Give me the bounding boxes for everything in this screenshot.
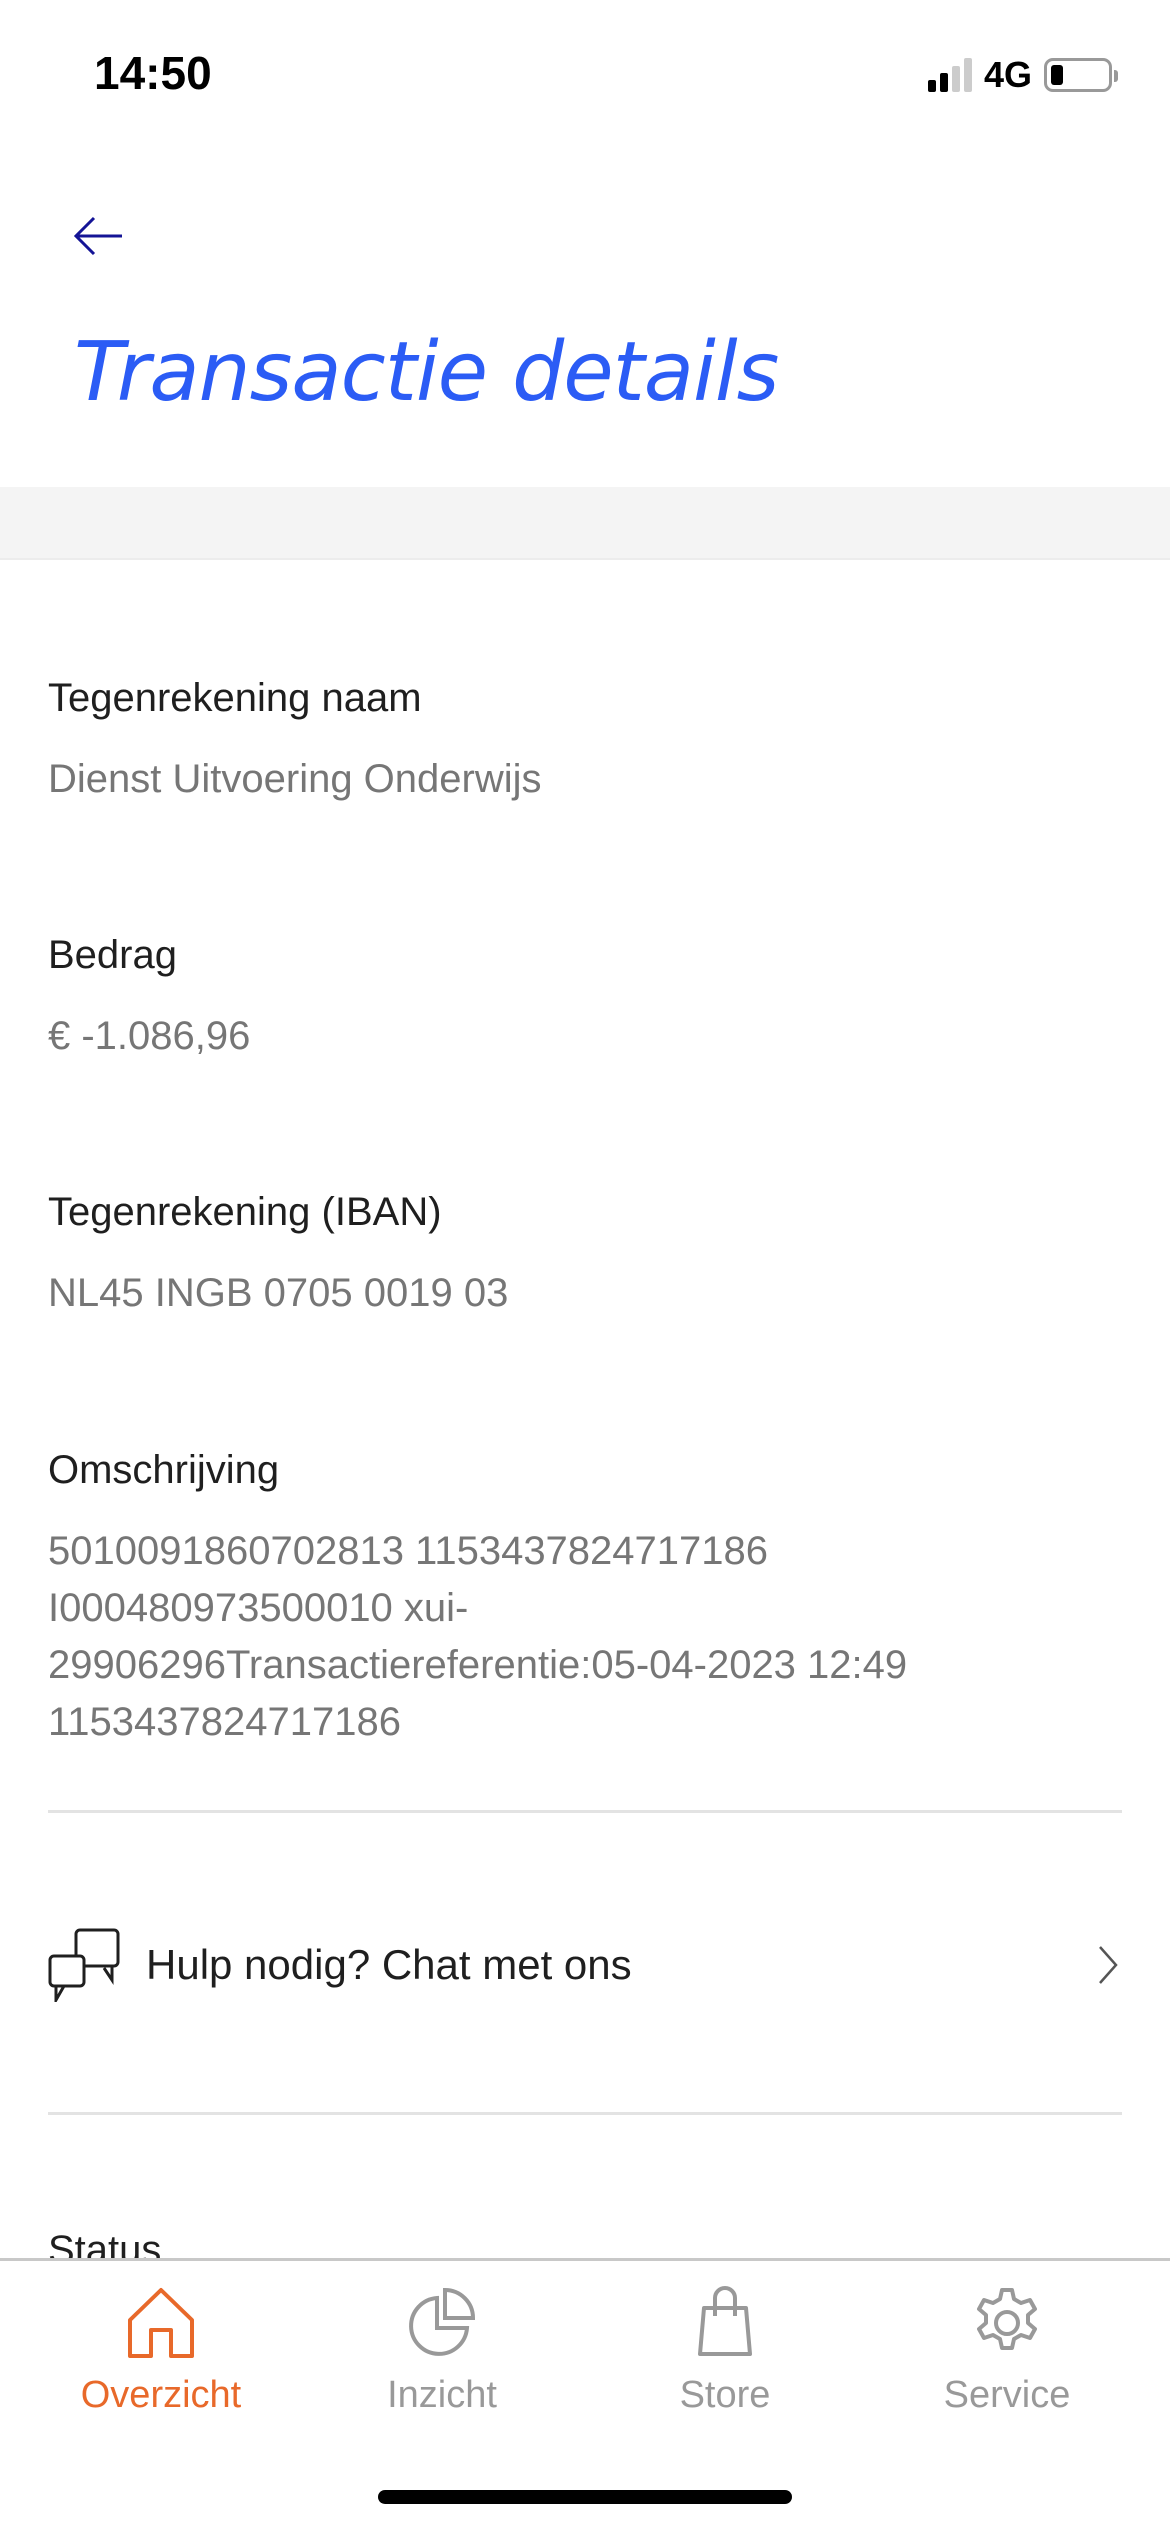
field-label: Tegenrekening naam: [48, 676, 422, 720]
divider: [48, 2112, 1122, 2115]
tab-label: Inzicht: [387, 2374, 497, 2416]
tab-inzicht[interactable]: Inzicht: [312, 2286, 572, 2417]
divider: [48, 1810, 1122, 1813]
gear-icon: [977, 2288, 1037, 2350]
tab-overzicht[interactable]: Overzicht: [31, 2286, 291, 2417]
field-value: NL45 INGB 0705 0019 03: [48, 1271, 509, 1315]
arrow-left-icon: [73, 216, 122, 256]
network-type: 4G: [983, 54, 1032, 95]
description-line: 5010091860702813 1153437824717186: [48, 1529, 769, 1573]
tab-store[interactable]: Store: [595, 2286, 855, 2417]
field-counterparty-name: Tegenrekening naam Dienst Uitvoering Ond…: [48, 673, 1118, 808]
field-value: € -1.086,96: [48, 1014, 251, 1058]
shopping-bag-icon: [698, 2286, 752, 2356]
home-icon: [128, 2288, 194, 2358]
field-label: Bedrag: [48, 933, 177, 977]
signal-icon: [927, 58, 972, 92]
field-label: Tegenrekening (IBAN): [48, 1190, 442, 1234]
chevron-right-icon: [1099, 1946, 1118, 1984]
tab-service[interactable]: Service: [877, 2286, 1137, 2417]
back-button[interactable]: [66, 206, 136, 266]
status-icons: 4G: [927, 54, 1118, 96]
field-label: Omschrijving: [48, 1448, 280, 1492]
field-iban: Tegenrekening (IBAN) NL45 INGB 0705 0019…: [48, 1187, 1118, 1322]
chat-bubbles-icon: [48, 1928, 120, 2002]
battery-icon: [1044, 58, 1118, 92]
section-spacer: [0, 487, 1170, 560]
field-value: 5010091860702813 1153437824717186 I00048…: [48, 1523, 1118, 1751]
field-amount: Bedrag € -1.086,96: [48, 930, 1118, 1065]
home-indicator: [378, 2490, 792, 2504]
chat-help-label: Hulp nodig? Chat met ons: [146, 1941, 632, 1988]
chat-help-row[interactable]: Hulp nodig? Chat met ons: [48, 1900, 1122, 2030]
description-line: I000480973500010 xui-: [48, 1586, 469, 1630]
status-time: 14:50: [94, 47, 212, 99]
field-description: Omschrijving 5010091860702813 1153437824…: [48, 1445, 1118, 1751]
tab-label: Overzicht: [80, 2374, 242, 2416]
pie-chart-icon: [409, 2287, 476, 2356]
tab-label: Service: [943, 2374, 1071, 2416]
field-value: Dienst Uitvoering Onderwijs: [48, 757, 542, 801]
description-line: 1153437824717186: [48, 1700, 401, 1744]
page-title: Transactie details: [74, 325, 779, 420]
tab-label: Store: [679, 2374, 771, 2416]
description-line: 29906296Transactiereferentie:05-04-2023 …: [48, 1643, 908, 1687]
